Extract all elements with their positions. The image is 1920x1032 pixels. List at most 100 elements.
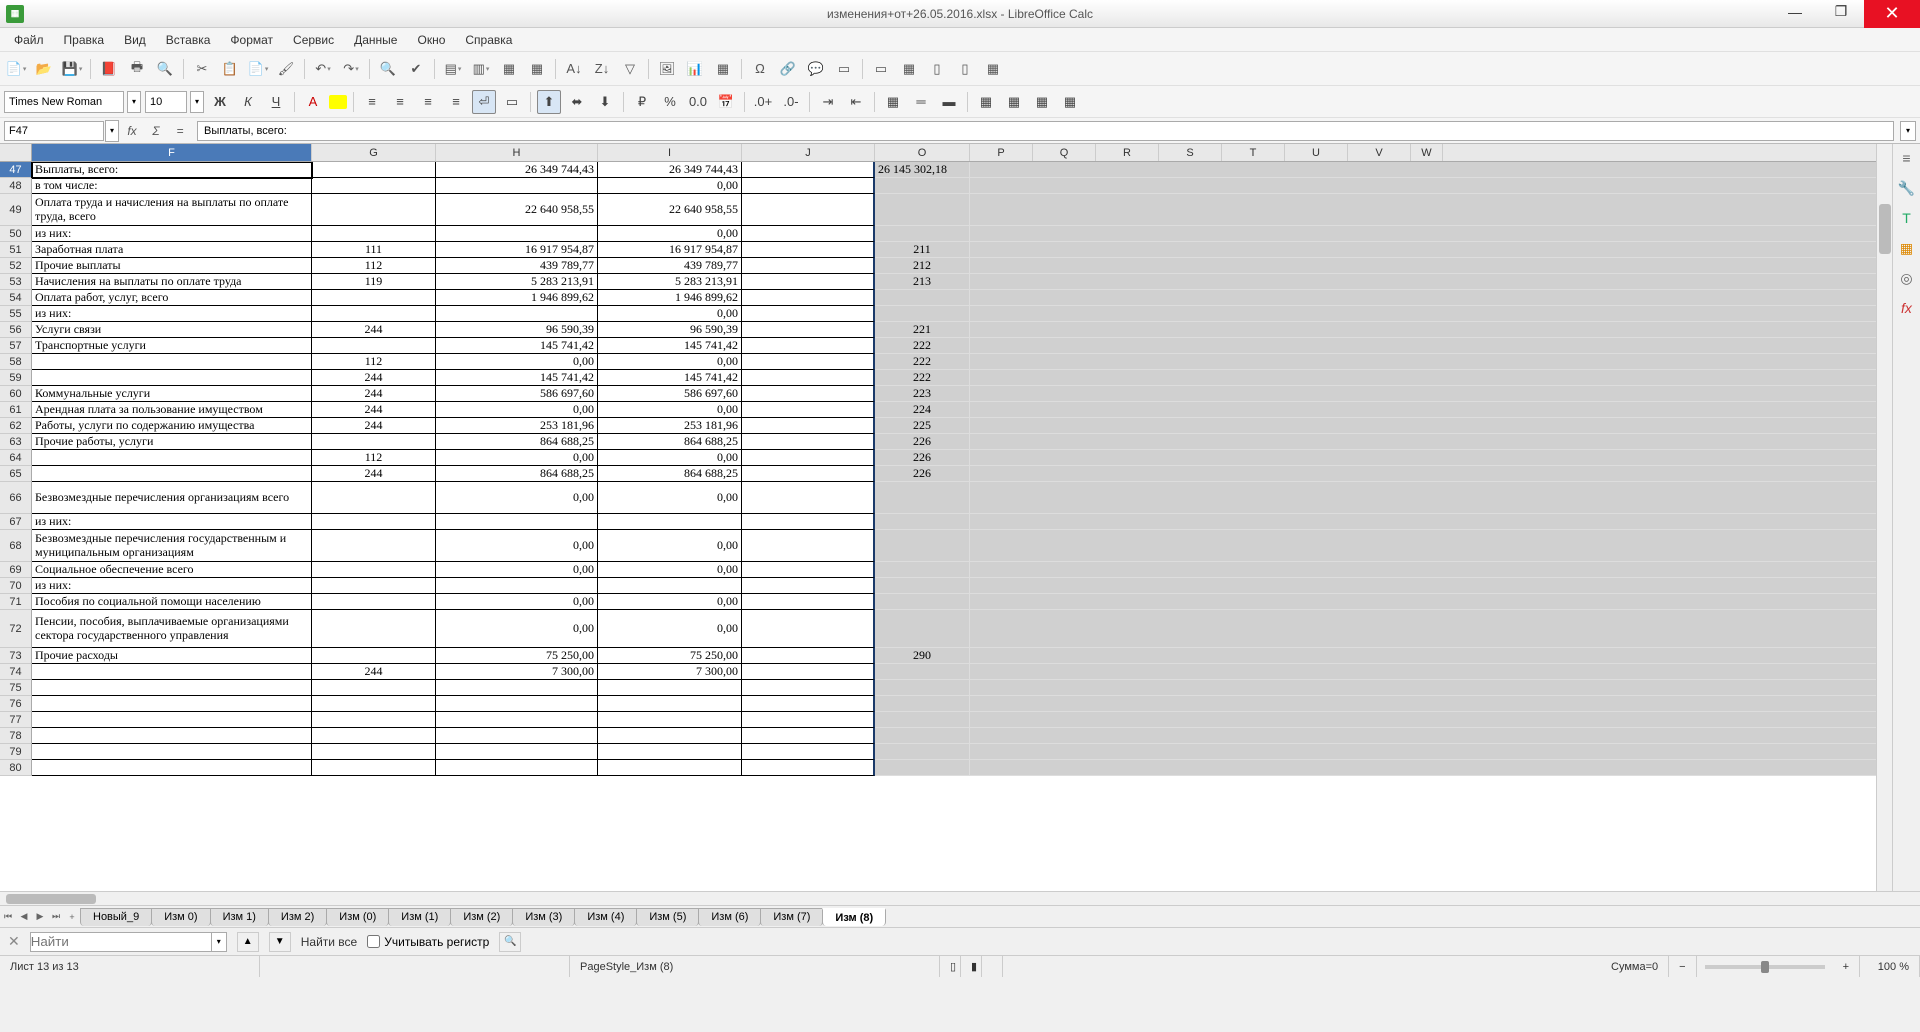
cell[interactable]: 439 789,77 [436, 258, 598, 274]
row-header[interactable]: 77 [0, 712, 32, 728]
cell[interactable] [436, 696, 598, 712]
cell[interactable] [742, 338, 875, 354]
cell[interactable] [598, 744, 742, 760]
status-pagestyle[interactable]: PageStyle_Изм (8) [570, 956, 940, 977]
special-char-icon[interactable]: Ω [748, 57, 772, 81]
row-header[interactable]: 64 [0, 450, 32, 466]
cell[interactable]: 75 250,00 [436, 648, 598, 664]
cond-fmt-2-icon[interactable]: ▦ [1002, 90, 1026, 114]
sidebar-functions-icon[interactable]: fx [1897, 298, 1917, 318]
cell[interactable] [312, 306, 436, 322]
cell[interactable] [436, 514, 598, 530]
cell[interactable] [875, 178, 970, 194]
cell[interactable]: 0,00 [436, 530, 598, 562]
align-center-icon[interactable]: ≡ [388, 90, 412, 114]
row-header[interactable]: 52 [0, 258, 32, 274]
zoom-value[interactable]: 100 % [1860, 956, 1920, 977]
zoom-slider[interactable] [1705, 965, 1825, 969]
cell[interactable]: 0,00 [598, 562, 742, 578]
cell[interactable] [598, 760, 742, 776]
paste-icon[interactable]: 📄 [246, 57, 270, 81]
cell[interactable] [875, 514, 970, 530]
cell[interactable] [742, 178, 875, 194]
row-header[interactable]: 67 [0, 514, 32, 530]
cell[interactable] [312, 194, 436, 226]
cell[interactable]: Прочие расходы [32, 648, 312, 664]
row-header[interactable]: 75 [0, 680, 32, 696]
cell[interactable] [875, 530, 970, 562]
menu-формат[interactable]: Формат [220, 30, 283, 50]
menu-окно[interactable]: Окно [407, 30, 455, 50]
cell[interactable] [312, 728, 436, 744]
cell[interactable]: 226 [875, 450, 970, 466]
cell[interactable]: Прочие работы, услуги [32, 434, 312, 450]
cell[interactable]: Безвозмездные перечисления организациям … [32, 482, 312, 514]
cell[interactable] [312, 648, 436, 664]
row-header[interactable]: 48 [0, 178, 32, 194]
copy-icon[interactable]: 📋 [218, 57, 242, 81]
cell[interactable] [742, 760, 875, 776]
decrease-indent-icon[interactable]: ⇤ [844, 90, 868, 114]
cell[interactable] [875, 578, 970, 594]
cell[interactable]: 212 [875, 258, 970, 274]
italic-icon[interactable]: К [236, 90, 260, 114]
cell[interactable] [312, 562, 436, 578]
templates-icon[interactable]: ▦ [981, 57, 1005, 81]
cell[interactable] [742, 530, 875, 562]
redo-icon[interactable]: ↷ [339, 57, 363, 81]
sheet-tab[interactable]: Изм (5) [636, 908, 699, 926]
cell[interactable] [312, 610, 436, 648]
cell[interactable]: 0,00 [436, 562, 598, 578]
cell[interactable] [742, 648, 875, 664]
cell[interactable]: 864 688,25 [598, 466, 742, 482]
cell[interactable]: 111 [312, 242, 436, 258]
cell[interactable] [312, 578, 436, 594]
font-size-combo[interactable]: 10 [145, 91, 187, 113]
row-header[interactable]: 55 [0, 306, 32, 322]
sheet-tab[interactable]: Изм (2) [450, 908, 513, 926]
sheet-tab[interactable]: Изм (8) [822, 908, 886, 926]
cell[interactable]: 290 [875, 648, 970, 664]
cell[interactable] [742, 274, 875, 290]
cell[interactable] [598, 680, 742, 696]
cell[interactable]: 26 349 744,43 [436, 162, 598, 178]
find-input[interactable] [30, 932, 212, 952]
cell[interactable]: 112 [312, 450, 436, 466]
cell[interactable] [32, 728, 312, 744]
cell[interactable] [312, 434, 436, 450]
cell[interactable]: 119 [312, 274, 436, 290]
cell[interactable] [32, 696, 312, 712]
cell[interactable] [598, 728, 742, 744]
cell[interactable]: 864 688,25 [436, 434, 598, 450]
cell[interactable]: 22 640 958,55 [436, 194, 598, 226]
tab-prev-button[interactable]: ◀ [16, 908, 32, 926]
find-icon[interactable]: 🔍 [376, 57, 400, 81]
cell[interactable] [312, 760, 436, 776]
row-header[interactable]: 62 [0, 418, 32, 434]
remove-decimal-icon[interactable]: .0- [779, 90, 803, 114]
cell[interactable]: 0,00 [598, 178, 742, 194]
cell[interactable] [436, 178, 598, 194]
open-icon[interactable]: 📂 [32, 57, 56, 81]
comment-icon[interactable]: 💬 [804, 57, 828, 81]
grid-2-icon[interactable]: ▦ [525, 57, 549, 81]
cell[interactable] [875, 610, 970, 648]
date-icon[interactable]: 📅 [714, 90, 738, 114]
zoom-in-button[interactable]: + [1833, 956, 1860, 977]
cell[interactable]: 586 697,60 [598, 386, 742, 402]
cell[interactable] [742, 322, 875, 338]
cell[interactable]: 5 283 213,91 [598, 274, 742, 290]
cell[interactable] [742, 418, 875, 434]
cell[interactable] [742, 450, 875, 466]
cell[interactable] [742, 664, 875, 680]
cell[interactable]: 26 145 302,18 [875, 162, 970, 178]
row-header[interactable]: 69 [0, 562, 32, 578]
cell[interactable]: 0,00 [598, 482, 742, 514]
cell[interactable] [742, 610, 875, 648]
row-header[interactable]: 72 [0, 610, 32, 648]
cell[interactable]: 96 590,39 [598, 322, 742, 338]
cell[interactable]: 26 349 744,43 [598, 162, 742, 178]
row-header[interactable]: 58 [0, 354, 32, 370]
sheet-tab[interactable]: Изм (4) [574, 908, 637, 926]
grid-1-icon[interactable]: ▦ [497, 57, 521, 81]
